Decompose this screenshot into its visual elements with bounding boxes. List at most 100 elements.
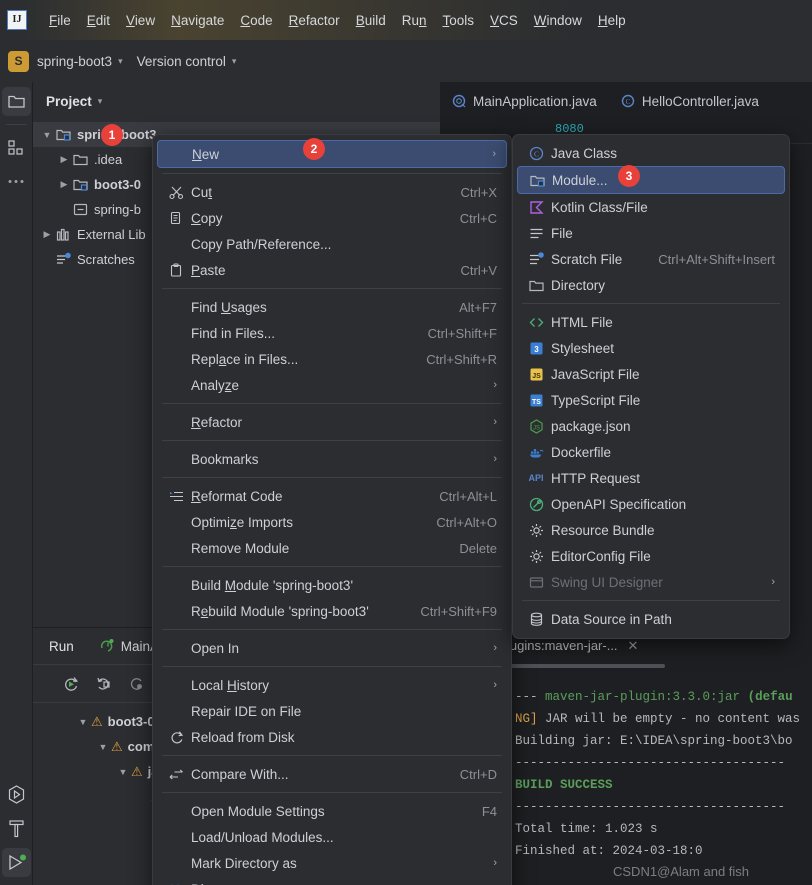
menu-bar: IJ File Edit View Navigate Code Refactor Build…	[0, 0, 812, 40]
console-text: ------------------------------------	[515, 756, 786, 770]
folder-icon	[72, 152, 89, 167]
menu-item-open-in[interactable]: Open In ›	[157, 635, 507, 661]
tree-item-label: boot3-0	[94, 177, 141, 192]
console-text: Building jar: E:\IDEA\spring-boot3\bo	[515, 734, 793, 748]
tab-mainapplication[interactable]: MainApplication.java	[440, 82, 609, 120]
run-configuration[interactable]: MainA	[100, 639, 159, 654]
menu-item-reload-from-disk[interactable]: Reload from Disk	[157, 724, 507, 750]
menu-item-bookmarks[interactable]: Bookmarks ›	[157, 446, 507, 472]
menubar-item-run[interactable]: Run	[394, 9, 435, 32]
menu-item-html-file[interactable]: HTML File	[517, 309, 785, 335]
menu-item-mark-directory-as[interactable]: Mark Directory as ›	[157, 850, 507, 876]
menu-item-cut[interactable]: Cut Ctrl+X	[157, 179, 507, 205]
chevron-right-icon: ›	[493, 679, 497, 691]
menu-item-http-request[interactable]: API HTTP Request	[517, 465, 785, 491]
chevron-right-icon: ›	[492, 148, 496, 160]
menu-item-scratch-file[interactable]: Scratch File Ctrl+Alt+Shift+Insert	[517, 246, 785, 272]
menu-item-label: Swing UI Designer	[551, 574, 663, 590]
console-line: --- maven-jar-plugin:3.3.0:jar (defau	[515, 686, 812, 708]
menu-item-openapi-specification[interactable]: OpenAPI Specification	[517, 491, 785, 517]
menubar-item-window[interactable]: Window	[526, 9, 590, 32]
menubar-item-view[interactable]: View	[118, 9, 163, 32]
menu-item-shortcut: Ctrl+V	[460, 262, 497, 278]
menu-item-kotlin-class-file[interactable]: Kotlin Class/File	[517, 194, 785, 220]
menubar-item-navigate[interactable]: Navigate	[163, 9, 232, 32]
console-text: Finished at: 2024-03-18:0	[515, 844, 703, 858]
menubar-item-code[interactable]: Code	[232, 9, 280, 32]
build-icon[interactable]	[2, 814, 31, 843]
intellij-logo-icon: IJ	[7, 10, 27, 30]
menu-item-analyze[interactable]: Analyze ›	[157, 372, 507, 398]
run-icon[interactable]	[2, 848, 31, 877]
menu-item-replace-in-files[interactable]: Replace in Files... Ctrl+Shift+R	[157, 346, 507, 372]
menu-item-resource-bundle[interactable]: Resource Bundle	[517, 517, 785, 543]
tab-label: HelloController.java	[641, 93, 759, 109]
menu-item-refactor[interactable]: Refactor ›	[157, 409, 507, 435]
menu-item-copy[interactable]: Copy Ctrl+C	[157, 205, 507, 231]
structure-icon[interactable]	[2, 133, 31, 162]
rerun-failed-icon[interactable]	[96, 676, 112, 692]
chevron-down-icon[interactable]: ▼	[95, 742, 111, 752]
menu-item-optimize-imports[interactable]: Optimize Imports Ctrl+Alt+O	[157, 509, 507, 535]
menu-item-local-history[interactable]: Local History ›	[157, 672, 507, 698]
menu-item-typescript-file[interactable]: TS TypeScript File	[517, 387, 785, 413]
project-folder-icon[interactable]	[1, 87, 31, 116]
menu-item-copy-path-reference[interactable]: Copy Path/Reference...	[157, 231, 507, 257]
menu-item-label: Analyze	[191, 377, 240, 393]
menu-item-paste[interactable]: Paste Ctrl+V	[157, 257, 507, 283]
menu-item-directory[interactable]: Directory	[517, 272, 785, 298]
console-line: ------------------------------------	[515, 796, 812, 818]
version-control-selector[interactable]: Version control ▾	[137, 54, 251, 69]
chevron-right-icon[interactable]: ▶	[56, 154, 72, 165]
run-anything-icon[interactable]	[2, 780, 31, 809]
console-text: JAR will be empty - no content was	[537, 712, 801, 726]
menubar-item-edit[interactable]: Edit	[79, 9, 118, 32]
chevron-down-icon[interactable]: ▼	[115, 767, 131, 777]
menu-item-javascript-file[interactable]: JS JavaScript File	[517, 361, 785, 387]
chevron-down-icon[interactable]: ▾	[98, 96, 103, 107]
menubar-item-build[interactable]: Build	[348, 9, 394, 32]
menubar-item-file[interactable]: File	[41, 9, 79, 32]
menu-item-reformat-code[interactable]: Reformat Code Ctrl+Alt+L	[157, 483, 507, 509]
restart-icon[interactable]	[129, 676, 145, 692]
more-options-icon[interactable]	[2, 167, 31, 196]
project-tool-window-header[interactable]: Project ▾	[33, 82, 440, 120]
chevron-down-icon[interactable]: ▼	[39, 130, 55, 140]
paste-icon	[167, 262, 185, 278]
menu-item-find-usages[interactable]: Find Usages Alt+F7	[157, 294, 507, 320]
tab-hellocontroller[interactable]: C HelloController.java	[609, 82, 771, 120]
menubar-item-help[interactable]: Help	[590, 9, 634, 32]
menu-item-repair-ide-on-file[interactable]: Repair IDE on File	[157, 698, 507, 724]
console-text: BUILD SUCCESS	[515, 778, 613, 792]
menu-item-dockerfile[interactable]: Dockerfile	[517, 439, 785, 465]
menu-item-module[interactable]: Module...	[517, 166, 785, 194]
menu-item-java-class[interactable]: C Java Class	[517, 140, 785, 166]
rerun-icon[interactable]	[63, 676, 79, 692]
chevron-right-icon[interactable]: ▶	[56, 179, 72, 190]
menubar-item-refactor[interactable]: Refactor	[281, 9, 348, 32]
menu-item-build-module-spring-boot3[interactable]: Build Module 'spring-boot3'	[157, 572, 507, 598]
menubar-item-tools[interactable]: Tools	[435, 9, 483, 32]
menu-item-remove-module[interactable]: Remove Module Delete	[157, 535, 507, 561]
menu-item-diagrams[interactable]: Diagrams›	[157, 876, 507, 885]
menu-item-open-module-settings[interactable]: Open Module Settings F4	[157, 798, 507, 824]
menu-item-file[interactable]: File	[517, 220, 785, 246]
chevron-down-icon[interactable]: ▼	[75, 717, 91, 727]
menu-item-label: Cut	[191, 184, 213, 200]
project-selector[interactable]: S spring-boot3 ▾	[0, 50, 137, 72]
menu-item-data-source-in-path[interactable]: Data Source in Path	[517, 606, 785, 632]
menu-item-package-json[interactable]: JS package.json	[517, 413, 785, 439]
menubar-item-vcs[interactable]: VCS	[482, 9, 526, 32]
menu-item-editorconfig-file[interactable]: EditorConfig File	[517, 543, 785, 569]
menu-separator	[162, 440, 502, 441]
menu-item-label: Find Usages	[191, 299, 267, 315]
menu-item-stylesheet[interactable]: 3 Stylesheet	[517, 335, 785, 361]
menu-item-new[interactable]: New ›	[157, 140, 507, 168]
chevron-right-icon[interactable]: ▶	[39, 229, 55, 240]
menu-item-find-in-files[interactable]: Find in Files... Ctrl+Shift+F	[157, 320, 507, 346]
menu-item-load-unload-modules[interactable]: Load/Unload Modules...	[157, 824, 507, 850]
close-icon[interactable]: ✕	[628, 638, 639, 654]
menu-item-rebuild-module-spring-boot3[interactable]: Rebuild Module 'spring-boot3' Ctrl+Shift+…	[157, 598, 507, 624]
menu-item-compare-with[interactable]: Compare With... Ctrl+D	[157, 761, 507, 787]
console-line: Finished at: 2024-03-18:0	[515, 840, 812, 862]
